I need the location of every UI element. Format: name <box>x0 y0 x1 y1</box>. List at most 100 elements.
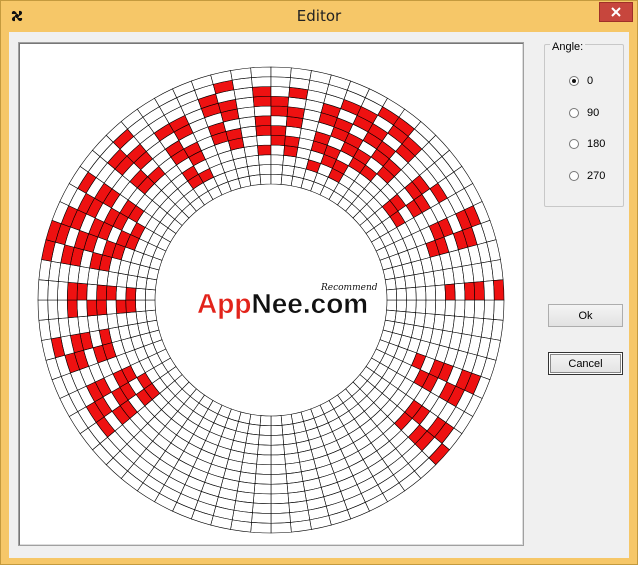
ring-cell[interactable] <box>270 105 289 117</box>
ring-cell[interactable] <box>86 283 98 301</box>
ring-cell[interactable] <box>270 125 287 137</box>
ring-cell[interactable] <box>256 134 272 146</box>
ring-cell[interactable] <box>255 125 272 137</box>
ring-cell[interactable] <box>270 444 285 456</box>
editor-canvas[interactable]: AppNee.com Recommend <box>21 45 521 543</box>
ring-cell[interactable] <box>483 280 495 301</box>
ring-cell[interactable] <box>270 424 284 436</box>
ring-cell[interactable] <box>255 463 272 475</box>
angle-option-0[interactable]: 0 <box>569 75 593 87</box>
ring-cell[interactable] <box>384 277 397 291</box>
ring-cell[interactable] <box>86 299 98 317</box>
ring-cell[interactable] <box>270 512 291 524</box>
ring-cell[interactable] <box>125 311 138 326</box>
ring-cell[interactable] <box>47 299 59 320</box>
cancel-button[interactable]: Cancel <box>548 352 623 375</box>
ring-cell[interactable] <box>247 423 261 436</box>
angle-option-180[interactable]: 180 <box>569 138 605 150</box>
angle-option-90[interactable]: 90 <box>569 107 599 119</box>
ring-cell[interactable] <box>270 164 284 176</box>
ring-cell[interactable] <box>115 299 127 314</box>
ring-cell[interactable] <box>252 95 272 108</box>
ring-cell[interactable] <box>57 281 69 301</box>
close-button[interactable] <box>599 2 633 22</box>
ring-cell[interactable] <box>258 434 272 446</box>
title-bar[interactable]: Editor <box>1 1 637 31</box>
ring-cell[interactable] <box>463 281 476 301</box>
ring-cell[interactable] <box>270 473 288 485</box>
ring-cell[interactable] <box>115 286 127 301</box>
ring-cell[interactable] <box>405 287 417 301</box>
ring-cell[interactable] <box>254 473 272 485</box>
ring-cell[interactable] <box>270 522 292 534</box>
ring-cell[interactable] <box>270 86 290 98</box>
ring-cell[interactable] <box>270 144 285 156</box>
ring-cell[interactable] <box>415 286 427 301</box>
ring-cell[interactable] <box>248 174 262 187</box>
ring-cell[interactable] <box>144 288 156 301</box>
ring-cell[interactable] <box>135 299 147 313</box>
ring-cell[interactable] <box>270 95 290 108</box>
ring-cell[interactable] <box>259 173 272 185</box>
ring-cell[interactable] <box>144 299 156 312</box>
ring-cell[interactable] <box>250 522 272 534</box>
ring-cell[interactable] <box>444 299 456 317</box>
ring-cell[interactable] <box>434 299 446 316</box>
ring-cell[interactable] <box>483 299 495 320</box>
ring-cell[interactable] <box>454 299 466 318</box>
ring-cell[interactable] <box>125 287 137 301</box>
ring-cell[interactable] <box>280 413 294 426</box>
angle-option-270[interactable]: 270 <box>569 170 605 182</box>
ring-cell[interactable] <box>252 492 272 505</box>
ring-cell[interactable] <box>415 299 427 314</box>
ring-cell[interactable] <box>281 164 295 177</box>
ring-cell[interactable] <box>57 299 69 319</box>
ring-cell[interactable] <box>282 154 297 167</box>
ring-cell[interactable] <box>135 310 148 324</box>
ok-button[interactable]: Ok <box>548 304 623 327</box>
ring-cell[interactable] <box>135 276 148 290</box>
radio-unselected-icon[interactable] <box>569 139 579 149</box>
radio-unselected-icon[interactable] <box>569 171 579 181</box>
led-ring-grid[interactable]: AppNee.com Recommend <box>21 45 521 543</box>
ring-cell[interactable] <box>463 299 476 319</box>
ring-cell[interactable] <box>281 423 295 436</box>
ring-cell[interactable] <box>425 299 437 315</box>
ring-cell[interactable] <box>270 492 290 505</box>
radio-selected-icon[interactable] <box>569 76 579 86</box>
ring-cell[interactable] <box>252 502 272 514</box>
ring-cell[interactable] <box>405 299 417 313</box>
ring-cell[interactable] <box>282 433 297 446</box>
ring-cell[interactable] <box>425 285 437 301</box>
ring-cell[interactable] <box>270 454 286 466</box>
ring-cell[interactable] <box>473 281 485 301</box>
ring-cell[interactable] <box>248 413 262 426</box>
ring-cell[interactable] <box>247 164 261 177</box>
ring-cell[interactable] <box>145 309 158 323</box>
ring-cell[interactable] <box>270 134 286 146</box>
ring-cell[interactable] <box>493 279 505 301</box>
ring-cell[interactable] <box>245 433 260 446</box>
ring-cell[interactable] <box>270 76 291 88</box>
ring-cell[interactable] <box>394 310 407 324</box>
ring-cell[interactable] <box>251 512 272 524</box>
ring-cell[interactable] <box>125 274 138 289</box>
radio-unselected-icon[interactable] <box>569 108 579 118</box>
ring-cell[interactable] <box>258 154 272 166</box>
ring-cell[interactable] <box>493 299 505 321</box>
ring-cell[interactable] <box>96 284 108 301</box>
ring-cell[interactable] <box>257 144 272 156</box>
ring-cell[interactable] <box>404 311 417 326</box>
ring-cell[interactable] <box>395 299 407 313</box>
ring-cell[interactable] <box>259 415 272 427</box>
ring-cell[interactable] <box>256 454 272 466</box>
ring-cell[interactable] <box>125 299 137 313</box>
ring-cell[interactable] <box>245 154 260 167</box>
ring-cell[interactable] <box>270 66 292 78</box>
ring-cell[interactable] <box>270 173 283 185</box>
ring-cell[interactable] <box>386 299 398 312</box>
ring-cell[interactable] <box>270 115 288 127</box>
ring-cell[interactable] <box>66 299 79 319</box>
ring-cell[interactable] <box>37 299 49 321</box>
ring-cell[interactable] <box>145 277 158 291</box>
